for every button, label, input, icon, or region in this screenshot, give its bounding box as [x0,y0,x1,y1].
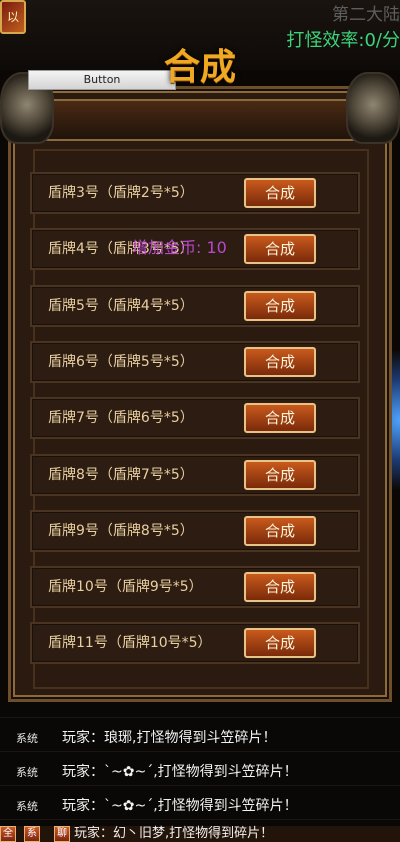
craft-button[interactable]: 合成 [244,346,316,377]
craft-button[interactable]: 合成 [244,628,316,659]
recipe-label: 盾牌3号（盾牌2号*5） [48,185,194,201]
chat-message: 玩家：琅琊,打怪物得到斗笠碎片！ [62,730,277,746]
craft-button[interactable]: 合成 [244,178,316,208]
recipe-row: 盾牌10号（盾牌9号*5） 合成 [30,566,360,609]
craft-button[interactable]: 合成 [244,290,316,321]
recipe-label: 盾牌6号（盾牌5号*5） [48,353,194,370]
recipe-row: 盾牌5号（盾牌4号*5） 合成 [30,284,360,327]
chat-channel: 系统 [16,766,38,779]
chat-line: 系统 玩家：`~✿~´,打怪物得到斗笠碎片！ [0,756,400,786]
panel-header-bar [21,99,379,141]
recipe-row: 盾牌9号（盾牌8号*5） 合成 [30,509,360,552]
chat-partial-message: 玩家：幻丶旧梦,打怪物得到碎片！ [74,826,274,841]
panel-title: 合成 [163,47,236,88]
craft-button[interactable]: 合成 [244,572,316,603]
craft-button[interactable]: 合成 [244,515,316,546]
recipe-label: 盾牌10号（盾牌9号*5） [48,579,203,596]
chat-line: 系统 玩家：琅琊,打怪物得到斗笠碎片！ [0,722,400,752]
recipe-label: 盾牌7号（盾牌6号*5） [48,410,194,427]
recipe-label: 盾牌5号（盾牌4号*5） [48,297,194,314]
chat-message: 玩家：`~✿~´,打怪物得到斗笠碎片！ [62,764,298,780]
chat-log[interactable]: 系统 玩家：琅琊,打怪物得到斗笠碎片！ 系统 玩家：`~✿~´,打怪物得到斗笠碎片！系… [0,702,400,842]
recipe-row: 盾牌11号（盾牌10号*5） 合成 [30,622,360,665]
craft-button[interactable]: 合成 [244,234,316,265]
recipe-row: 盾牌8号（盾牌7号*5） 合成 [30,453,360,496]
craft-button[interactable]: 合成 [244,403,316,434]
chat-channel: 系统 [16,732,38,745]
craft-button[interactable]: 合成 [244,459,316,490]
tab-system[interactable]: 系 [24,826,40,842]
tab-chat[interactable]: 聊 [54,826,70,842]
gold-gain-popup: 增加金币: 10 [132,238,227,257]
map-name: 第二大陆 [332,5,400,25]
chat-line-partial-top [0,702,400,718]
bottom-chat-bar: 全 系 聊 玩家：幻丶旧梦,打怪物得到碎片！ [0,826,400,842]
recipe-label: 盾牌8号（盾牌7号*5） [48,466,194,483]
recipe-label: 盾牌11号（盾牌10号*5） [48,635,212,652]
recipe-row: 盾牌3号（盾牌2号*5） 合成 [30,172,360,214]
chat-message: 玩家：`~✿~´,打怪物得到斗笠碎片！ [62,798,298,814]
recipe-label: 盾牌9号（盾牌8号*5） [48,522,194,539]
tab-all[interactable]: 全 [0,826,16,842]
chat-line: 系统 玩家：`~✿~´,打怪物得到斗笠碎片！ [0,790,400,820]
recipe-row: 盾牌6号（盾牌5号*5） 合成 [30,340,360,383]
game-menu-icon[interactable]: 以 [0,0,26,34]
chat-channel: 系统 [16,800,38,813]
recipe-row: 盾牌7号（盾牌6号*5） 合成 [30,397,360,440]
